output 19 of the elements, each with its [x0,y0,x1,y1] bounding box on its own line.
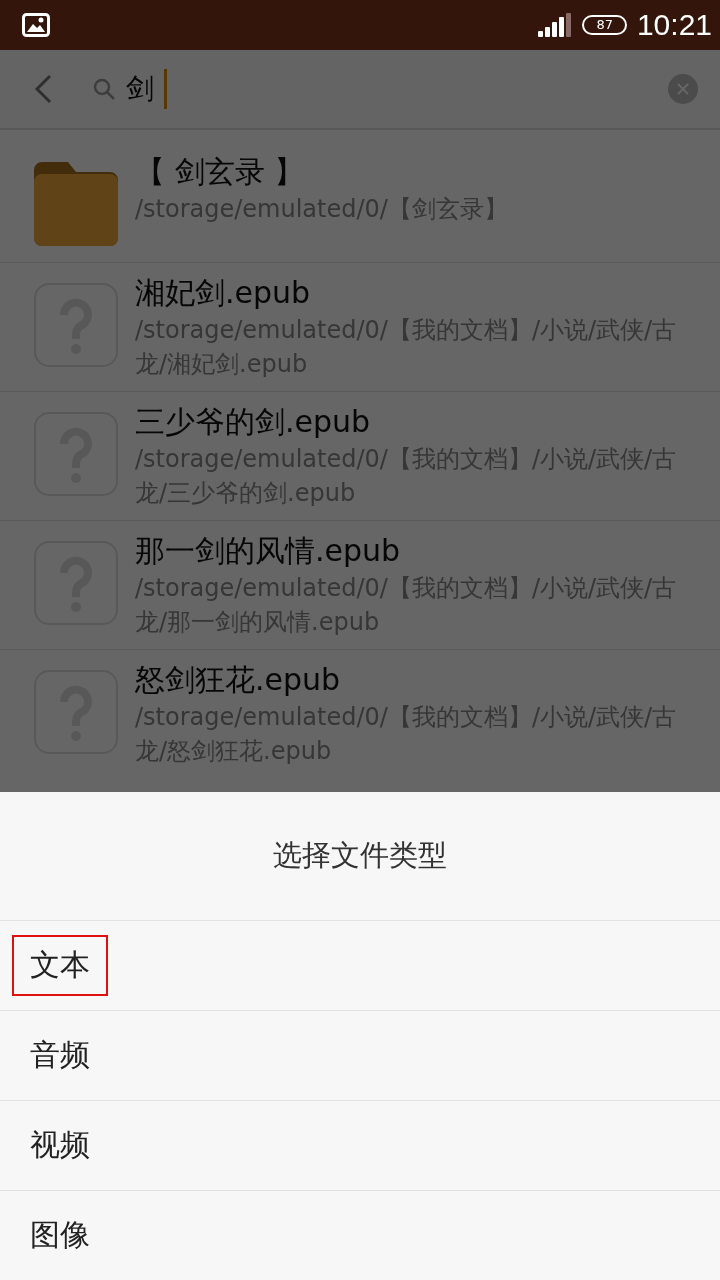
file-name[interactable]: 那一剑的风情.epub [135,531,690,571]
file-type-option[interactable]: 视频 [0,1101,720,1191]
file-name[interactable]: 怒剑狂花.epub [135,660,690,700]
file-name[interactable]: 三少爷的剑.epub [135,402,690,442]
folder-icon [34,162,118,246]
image-icon [22,13,50,37]
file-type-option[interactable]: 文本 [0,921,720,1011]
sheet-title: 选择文件类型 [0,792,720,921]
file-type-option[interactable]: 音频 [0,1011,720,1101]
battery-indicator: 87 [582,15,627,35]
search-icon [92,77,116,101]
file-type-option[interactable]: 图像 [0,1191,720,1280]
back-icon[interactable] [34,74,52,104]
clear-icon[interactable] [668,74,698,104]
clock: 10:21 [636,8,712,42]
file-name[interactable]: 【 剑玄录 】 [135,152,508,192]
search-field[interactable]: 剑 [92,64,628,114]
file-name[interactable]: 湘妃剑.epub [135,273,690,313]
signal-icon [538,13,573,37]
